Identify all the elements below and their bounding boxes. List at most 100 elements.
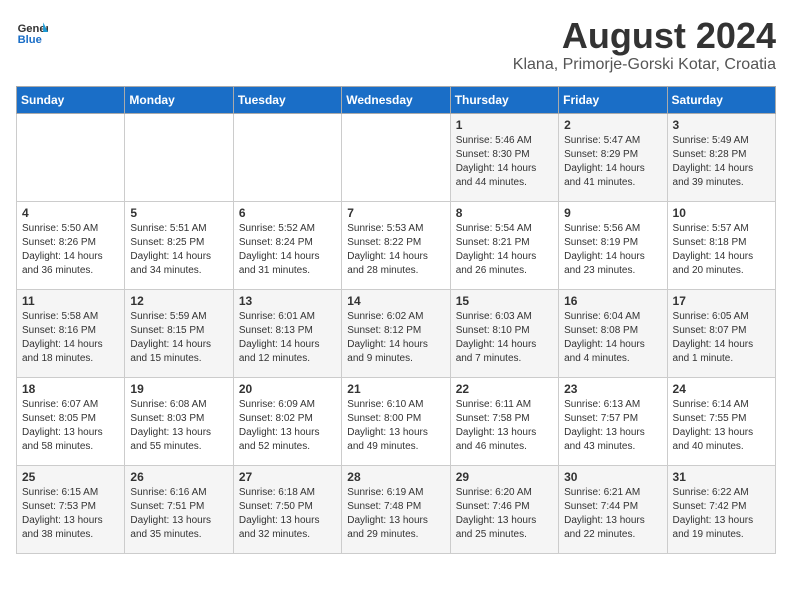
calendar-cell: 5 Sunrise: 5:51 AM Sunset: 8:25 PM Daylig… — [125, 201, 233, 289]
title-area: August 2024 Klana, Primorje-Gorski Kotar… — [513, 16, 776, 74]
day-detail: Sunrise: 6:01 AM Sunset: 8:13 PM Dayligh… — [239, 310, 336, 366]
day-detail: Sunrise: 6:03 AM Sunset: 8:10 PM Dayligh… — [456, 310, 553, 366]
day-number: 7 — [347, 206, 444, 220]
day-detail: Sunrise: 5:58 AM Sunset: 8:16 PM Dayligh… — [22, 310, 119, 366]
calendar-cell: 2 Sunrise: 5:47 AM Sunset: 8:29 PM Daylig… — [559, 113, 667, 201]
calendar-cell: 13 Sunrise: 6:01 AM Sunset: 8:13 PM Dayli… — [233, 289, 341, 377]
day-number: 30 — [564, 470, 661, 484]
day-number: 2 — [564, 118, 661, 132]
day-detail: Sunrise: 5:56 AM Sunset: 8:19 PM Dayligh… — [564, 222, 661, 278]
day-number: 8 — [456, 206, 553, 220]
calendar-cell: 21 Sunrise: 6:10 AM Sunset: 8:00 PM Dayli… — [342, 377, 450, 465]
header: General Blue August 2024 Klana, Primorje… — [16, 16, 776, 74]
calendar-cell: 31Sunrise: 6:22 AM Sunset: 7:42 PM Dayli… — [667, 465, 775, 553]
logo: General Blue — [16, 16, 48, 48]
calendar-cell — [233, 113, 341, 201]
calendar-cell: 6 Sunrise: 5:52 AM Sunset: 8:24 PM Daylig… — [233, 201, 341, 289]
calendar-cell: 20Sunrise: 6:09 AM Sunset: 8:02 PM Dayli… — [233, 377, 341, 465]
calendar-cell: 9Sunrise: 5:56 AM Sunset: 8:19 PM Daylig… — [559, 201, 667, 289]
calendar-cell: 18 Sunrise: 6:07 AM Sunset: 8:05 PM Dayli… — [17, 377, 125, 465]
day-number: 28 — [347, 470, 444, 484]
svg-text:Blue: Blue — [18, 34, 42, 46]
day-number: 24 — [673, 382, 770, 396]
day-number: 27 — [239, 470, 336, 484]
day-detail: Sunrise: 5:52 AM Sunset: 8:24 PM Dayligh… — [239, 222, 336, 278]
day-header-saturday: Saturday — [667, 86, 775, 113]
calendar-cell: 23Sunrise: 6:13 AM Sunset: 7:57 PM Dayli… — [559, 377, 667, 465]
day-number: 12 — [130, 294, 227, 308]
day-detail: Sunrise: 6:19 AM Sunset: 7:48 PM Dayligh… — [347, 486, 444, 542]
week-row-4: 18 Sunrise: 6:07 AM Sunset: 8:05 PM Dayli… — [17, 377, 776, 465]
day-detail: Sunrise: 6:21 AM Sunset: 7:44 PM Dayligh… — [564, 486, 661, 542]
week-row-2: 4 Sunrise: 5:50 AM Sunset: 8:26 PM Daylig… — [17, 201, 776, 289]
day-number: 19 — [130, 382, 227, 396]
day-number: 5 — [130, 206, 227, 220]
calendar-cell: 4 Sunrise: 5:50 AM Sunset: 8:26 PM Daylig… — [17, 201, 125, 289]
day-number: 17 — [673, 294, 770, 308]
day-detail: Sunrise: 6:04 AM Sunset: 8:08 PM Dayligh… — [564, 310, 661, 366]
calendar-table: SundayMondayTuesdayWednesdayThursdayFrid… — [16, 86, 776, 554]
calendar-cell: 16 Sunrise: 6:04 AM Sunset: 8:08 PM Dayli… — [559, 289, 667, 377]
day-header-thursday: Thursday — [450, 86, 558, 113]
day-number: 11 — [22, 294, 119, 308]
day-detail: Sunrise: 6:07 AM Sunset: 8:05 PM Dayligh… — [22, 398, 119, 454]
calendar-cell: 26Sunrise: 6:16 AM Sunset: 7:51 PM Dayli… — [125, 465, 233, 553]
day-number: 26 — [130, 470, 227, 484]
calendar-cell — [342, 113, 450, 201]
calendar-cell: 7Sunrise: 5:53 AM Sunset: 8:22 PM Daylig… — [342, 201, 450, 289]
day-header-sunday: Sunday — [17, 86, 125, 113]
day-detail: Sunrise: 5:46 AM Sunset: 8:30 PM Dayligh… — [456, 134, 553, 190]
day-detail: Sunrise: 5:54 AM Sunset: 8:21 PM Dayligh… — [456, 222, 553, 278]
day-detail: Sunrise: 6:18 AM Sunset: 7:50 PM Dayligh… — [239, 486, 336, 542]
day-detail: Sunrise: 6:09 AM Sunset: 8:02 PM Dayligh… — [239, 398, 336, 454]
calendar-cell: 1 Sunrise: 5:46 AM Sunset: 8:30 PM Daylig… — [450, 113, 558, 201]
day-detail: Sunrise: 5:57 AM Sunset: 8:18 PM Dayligh… — [673, 222, 770, 278]
week-row-1: 1 Sunrise: 5:46 AM Sunset: 8:30 PM Daylig… — [17, 113, 776, 201]
location-subtitle: Klana, Primorje-Gorski Kotar, Croatia — [513, 56, 776, 74]
day-detail: Sunrise: 5:51 AM Sunset: 8:25 PM Dayligh… — [130, 222, 227, 278]
day-number: 3 — [673, 118, 770, 132]
day-number: 31 — [673, 470, 770, 484]
calendar-cell: 14 Sunrise: 6:02 AM Sunset: 8:12 PM Dayli… — [342, 289, 450, 377]
calendar-cell: 28 Sunrise: 6:19 AM Sunset: 7:48 PM Dayli… — [342, 465, 450, 553]
week-row-5: 25Sunrise: 6:15 AM Sunset: 7:53 PM Dayli… — [17, 465, 776, 553]
day-number: 21 — [347, 382, 444, 396]
day-detail: Sunrise: 6:10 AM Sunset: 8:00 PM Dayligh… — [347, 398, 444, 454]
day-detail: Sunrise: 6:20 AM Sunset: 7:46 PM Dayligh… — [456, 486, 553, 542]
generalblue-logo-icon: General Blue — [16, 16, 48, 48]
day-header-tuesday: Tuesday — [233, 86, 341, 113]
calendar-cell: 3Sunrise: 5:49 AM Sunset: 8:28 PM Daylig… — [667, 113, 775, 201]
day-detail: Sunrise: 6:08 AM Sunset: 8:03 PM Dayligh… — [130, 398, 227, 454]
day-number: 10 — [673, 206, 770, 220]
day-number: 29 — [456, 470, 553, 484]
day-detail: Sunrise: 5:47 AM Sunset: 8:29 PM Dayligh… — [564, 134, 661, 190]
calendar-cell: 25Sunrise: 6:15 AM Sunset: 7:53 PM Dayli… — [17, 465, 125, 553]
day-number: 18 — [22, 382, 119, 396]
day-detail: Sunrise: 5:50 AM Sunset: 8:26 PM Dayligh… — [22, 222, 119, 278]
day-number: 13 — [239, 294, 336, 308]
calendar-cell: 22 Sunrise: 6:11 AM Sunset: 7:58 PM Dayli… — [450, 377, 558, 465]
day-number: 14 — [347, 294, 444, 308]
day-number: 1 — [456, 118, 553, 132]
calendar-cell: 12 Sunrise: 5:59 AM Sunset: 8:15 PM Dayli… — [125, 289, 233, 377]
day-detail: Sunrise: 5:59 AM Sunset: 8:15 PM Dayligh… — [130, 310, 227, 366]
day-detail: Sunrise: 6:14 AM Sunset: 7:55 PM Dayligh… — [673, 398, 770, 454]
day-number: 4 — [22, 206, 119, 220]
day-detail: Sunrise: 6:02 AM Sunset: 8:12 PM Dayligh… — [347, 310, 444, 366]
calendar-cell: 27 Sunrise: 6:18 AM Sunset: 7:50 PM Dayli… — [233, 465, 341, 553]
calendar-cell: 24 Sunrise: 6:14 AM Sunset: 7:55 PM Dayli… — [667, 377, 775, 465]
calendar-cell: 29 Sunrise: 6:20 AM Sunset: 7:46 PM Dayli… — [450, 465, 558, 553]
calendar-cell — [17, 113, 125, 201]
days-header-row: SundayMondayTuesdayWednesdayThursdayFrid… — [17, 86, 776, 113]
day-number: 22 — [456, 382, 553, 396]
calendar-cell — [125, 113, 233, 201]
day-detail: Sunrise: 6:05 AM Sunset: 8:07 PM Dayligh… — [673, 310, 770, 366]
day-number: 15 — [456, 294, 553, 308]
calendar-cell: 10 Sunrise: 5:57 AM Sunset: 8:18 PM Dayli… — [667, 201, 775, 289]
day-number: 6 — [239, 206, 336, 220]
day-detail: Sunrise: 6:11 AM Sunset: 7:58 PM Dayligh… — [456, 398, 553, 454]
week-row-3: 11 Sunrise: 5:58 AM Sunset: 8:16 PM Dayli… — [17, 289, 776, 377]
day-detail: Sunrise: 6:13 AM Sunset: 7:57 PM Dayligh… — [564, 398, 661, 454]
day-number: 16 — [564, 294, 661, 308]
day-detail: Sunrise: 6:15 AM Sunset: 7:53 PM Dayligh… — [22, 486, 119, 542]
